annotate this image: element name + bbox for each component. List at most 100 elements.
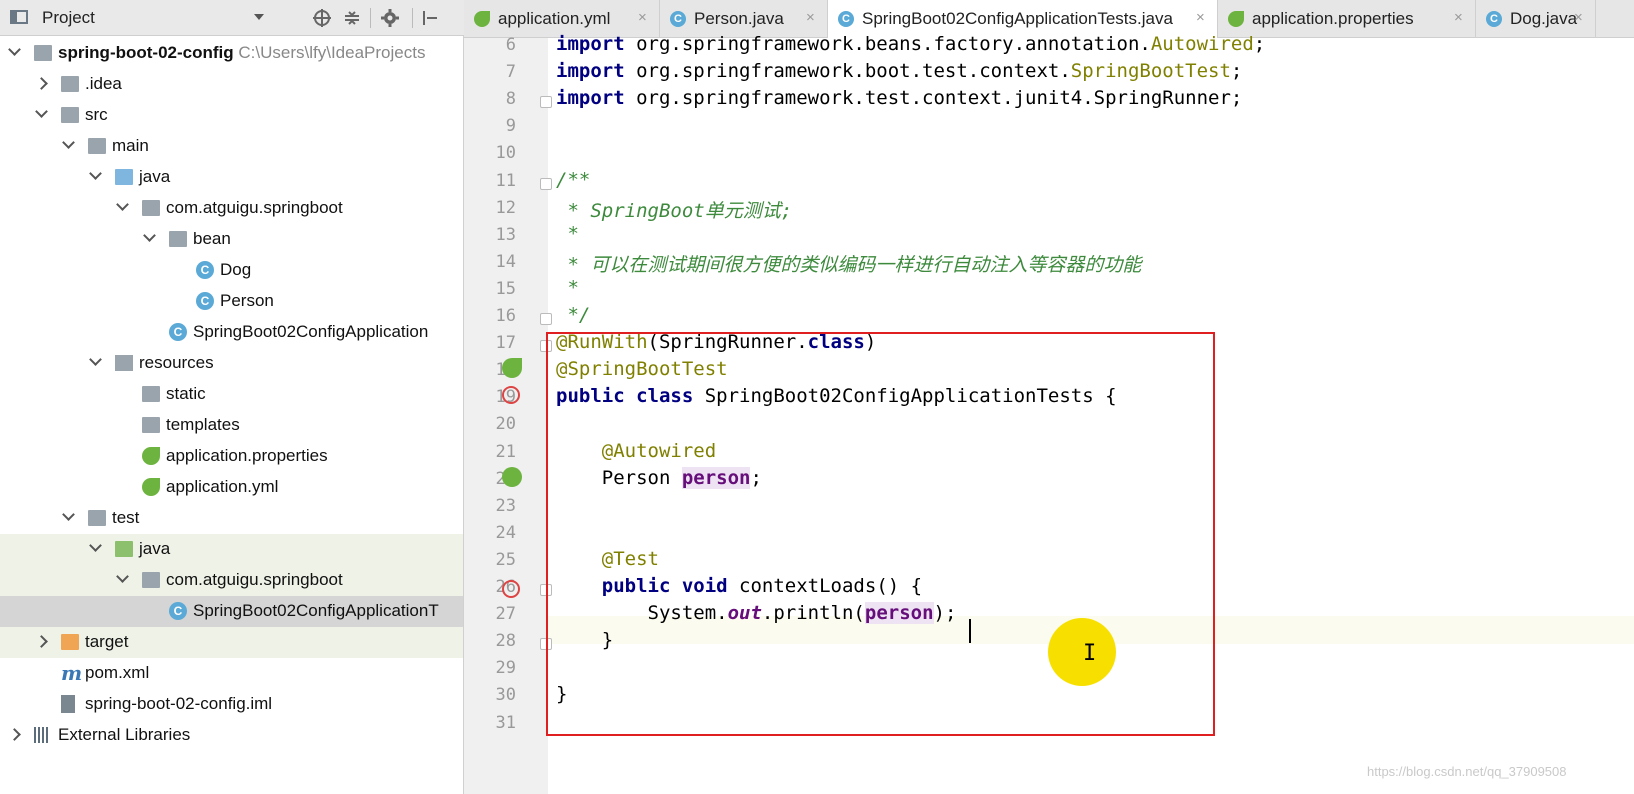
code-token: /**	[556, 168, 591, 191]
spring-bean-gutter-icon[interactable]	[502, 358, 522, 378]
line-number: 8	[505, 89, 516, 110]
tree-item[interactable]: templates	[0, 410, 463, 441]
project-view-icon[interactable]	[10, 9, 28, 25]
close-tab-icon[interactable]: ×	[1196, 9, 1205, 26]
package-icon	[142, 572, 160, 588]
line-number: 10	[495, 143, 516, 164]
code-line: */	[556, 304, 590, 326]
chevron-down-icon[interactable]	[89, 353, 102, 366]
fold-marker-icon[interactable]	[540, 96, 552, 109]
code-line: import org.springframework.test.context.…	[556, 87, 1242, 109]
tree-item[interactable]: C Dog	[0, 255, 463, 286]
spring-class-icon: C	[169, 602, 187, 620]
editor-tab[interactable]: C Person.java ×	[660, 0, 828, 37]
editor-tab[interactable]: application.properties ×	[1218, 0, 1476, 37]
tree-item[interactable]: C SpringBoot02ConfigApplicationT	[0, 596, 463, 627]
tree-item[interactable]: main	[0, 131, 463, 162]
tree-item-label: static	[166, 384, 206, 403]
watermark: https://blog.csdn.net/qq_37909508	[1367, 764, 1567, 779]
chevron-down-icon[interactable]	[8, 43, 21, 56]
tree-item[interactable]: target	[0, 627, 463, 658]
tree-item-label: spring-boot-02-config.iml	[85, 694, 273, 713]
tree-item-label: main	[112, 136, 149, 155]
close-tab-icon[interactable]: ×	[1574, 9, 1583, 26]
tree-item[interactable]: com.atguigu.springboot	[0, 565, 463, 596]
chevron-down-icon[interactable]	[143, 229, 156, 242]
tree-item-label: Person	[220, 291, 274, 310]
tree-item[interactable]: application.yml	[0, 472, 463, 503]
chevron-down-icon[interactable]	[35, 105, 48, 118]
text-caret	[969, 619, 971, 643]
tree-item[interactable]: m pom.xml	[0, 658, 463, 689]
fold-marker-icon[interactable]	[540, 313, 552, 325]
tree-item[interactable]: resources	[0, 348, 463, 379]
close-tab-icon[interactable]: ×	[1454, 9, 1463, 26]
line-number: 13	[495, 224, 516, 245]
chevron-down-icon[interactable]	[116, 570, 129, 583]
line-number: 11	[495, 170, 516, 191]
chevron-down-icon[interactable]	[89, 167, 102, 180]
tree-item[interactable]: spring-boot-02-config C:\Users\lfy\IdeaP…	[0, 38, 463, 69]
code-token: */	[556, 304, 591, 326]
toolbar-separator	[370, 8, 371, 28]
tree-item[interactable]: test	[0, 503, 463, 534]
hide-panel-icon[interactable]	[420, 8, 440, 28]
line-number: 31	[495, 712, 516, 733]
locate-file-icon[interactable]	[312, 8, 332, 28]
tree-item-label: resources	[139, 353, 214, 372]
collapse-all-icon[interactable]	[342, 8, 362, 28]
code-token: ;	[1253, 33, 1266, 55]
code-token: org.springframework.boot.test.context.	[636, 60, 1071, 83]
tree-item[interactable]: java	[0, 162, 463, 193]
settings-gear-icon[interactable]	[380, 8, 400, 28]
resources-folder-icon	[115, 355, 133, 371]
tree-item[interactable]: C SpringBoot02ConfigApplication	[0, 317, 463, 348]
editor-tab[interactable]: application.yml ×	[464, 0, 660, 37]
code-line: *	[556, 277, 578, 299]
chevron-right-icon[interactable]	[8, 728, 21, 741]
project-panel-header: Project	[0, 0, 464, 36]
tree-item[interactable]: src	[0, 100, 463, 131]
tree-item[interactable]: C Person	[0, 286, 463, 317]
tree-item[interactable]: com.atguigu.springboot	[0, 193, 463, 224]
line-number: 29	[495, 658, 516, 679]
view-selector-dropdown-icon[interactable]	[254, 14, 264, 20]
spring-config-icon	[474, 11, 490, 27]
source-folder-icon	[115, 169, 133, 185]
code-token: ;	[1230, 60, 1243, 83]
close-tab-icon[interactable]: ×	[638, 9, 647, 26]
iml-file-icon	[61, 695, 75, 713]
tree-item[interactable]: java	[0, 534, 463, 565]
code-token: SpringBoot单元测试;	[590, 199, 793, 222]
tree-item-label: spring-boot-02-config C:\Users\lfy\IdeaP…	[58, 43, 426, 62]
folder-icon	[88, 510, 106, 526]
code-token: org.springframework.test.context.junit4.…	[636, 87, 1243, 110]
code-token: import	[556, 33, 637, 55]
tree-item[interactable]: .idea	[0, 69, 463, 100]
line-number: 27	[495, 604, 516, 625]
chevron-down-icon[interactable]	[116, 198, 129, 211]
folder-icon	[88, 138, 106, 154]
editor-tab[interactable]: C Dog.java ×	[1476, 0, 1596, 37]
chevron-down-icon[interactable]	[89, 539, 102, 552]
fold-marker-icon[interactable]	[540, 177, 552, 190]
tree-item[interactable]: bean	[0, 224, 463, 255]
spring-class-icon: C	[838, 11, 854, 27]
close-tab-icon[interactable]: ×	[806, 9, 815, 26]
tree-item[interactable]: External Libraries	[0, 720, 463, 751]
tree-item[interactable]: spring-boot-02-config.iml	[0, 689, 463, 720]
code-token: *	[556, 222, 579, 245]
run-test-method-icon[interactable]	[502, 580, 520, 598]
chevron-right-icon[interactable]	[35, 77, 48, 90]
line-number: 12	[495, 197, 516, 218]
tree-item-label: Dog	[220, 260, 252, 279]
chevron-down-icon[interactable]	[62, 508, 75, 521]
run-test-class-icon[interactable]	[502, 386, 520, 404]
autowired-navigate-icon[interactable]	[502, 467, 522, 487]
tree-item[interactable]: application.properties	[0, 441, 463, 472]
chevron-down-icon[interactable]	[62, 136, 75, 149]
tree-item-label: application.properties	[166, 446, 328, 465]
chevron-right-icon[interactable]	[35, 635, 48, 648]
tree-item[interactable]: static	[0, 379, 463, 410]
project-panel-title[interactable]: Project	[42, 8, 95, 28]
